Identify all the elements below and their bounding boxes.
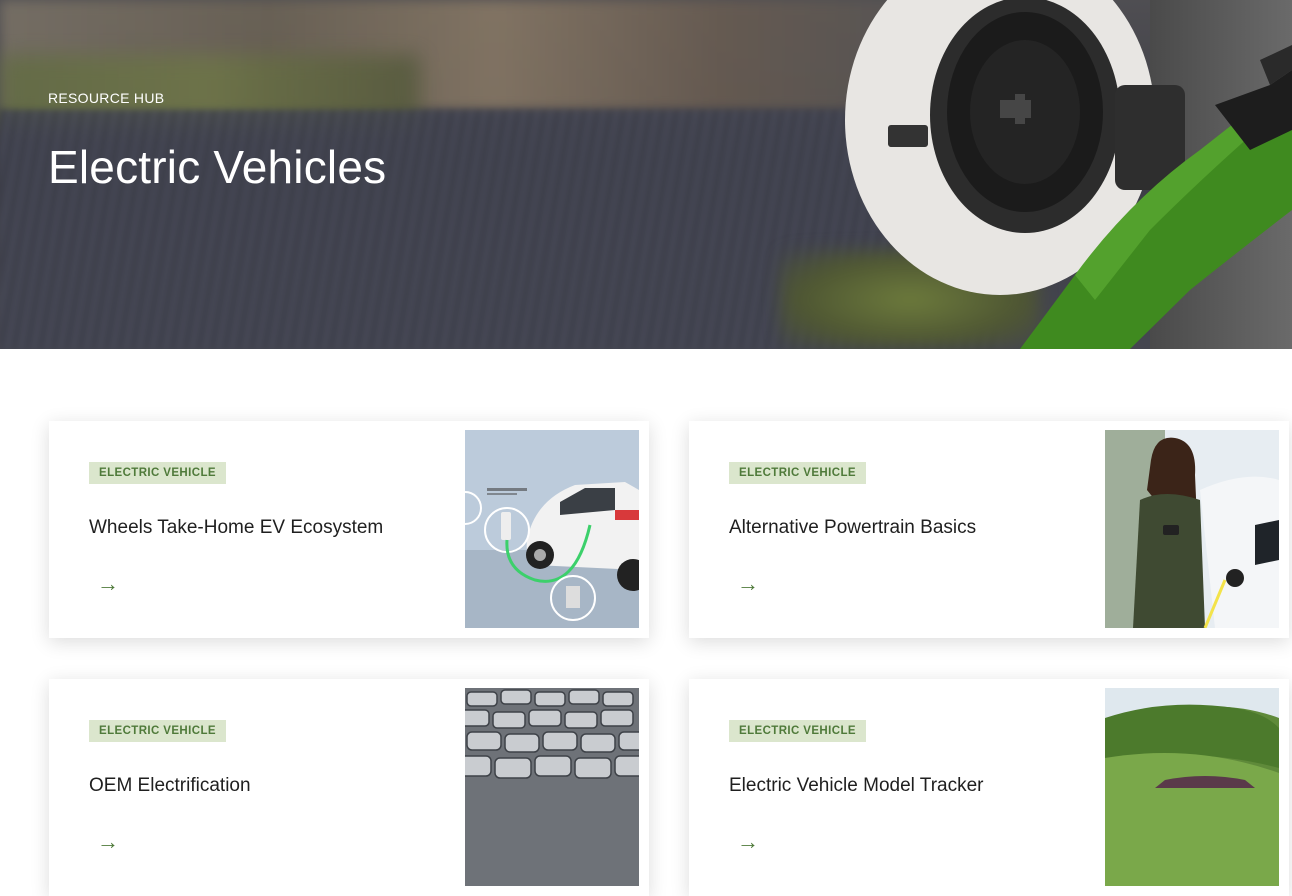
car-on-green-hills-thumbnail — [1105, 688, 1279, 886]
resource-card[interactable]: ELECTRIC VEHICLE Alternative Powertrain … — [689, 421, 1289, 638]
arrow-right-icon[interactable]: → — [97, 573, 119, 595]
page-title: Electric Vehicles — [48, 141, 387, 193]
arrow-right-icon[interactable]: → — [97, 831, 119, 853]
category-tag: ELECTRIC VEHICLE — [89, 720, 226, 742]
category-tag: ELECTRIC VEHICLE — [89, 462, 226, 484]
woman-charging-ev-thumbnail — [1105, 430, 1279, 628]
category-tag: ELECTRIC VEHICLE — [729, 462, 866, 484]
card-title[interactable]: Wheels Take-Home EV Ecosystem — [89, 517, 383, 539]
arrow-right-icon[interactable]: → — [737, 831, 759, 853]
resource-card[interactable]: ELECTRIC VEHICLE OEM Electrification → — [49, 679, 649, 896]
card-title[interactable]: OEM Electrification — [89, 775, 251, 797]
category-tag: ELECTRIC VEHICLE — [729, 720, 866, 742]
parked-cars-thumbnail — [465, 688, 639, 886]
card-title[interactable]: Electric Vehicle Model Tracker — [729, 775, 984, 797]
ev-charging-diagram-thumbnail — [465, 430, 639, 628]
resource-card[interactable]: ELECTRIC VEHICLE Electric Vehicle Model … — [689, 679, 1289, 896]
hero-banner: RESOURCE HUB Electric Vehicles — [0, 0, 1292, 349]
arrow-right-icon[interactable]: → — [737, 573, 759, 595]
card-title[interactable]: Alternative Powertrain Basics — [729, 517, 976, 539]
hero-eyebrow: RESOURCE HUB — [48, 90, 165, 106]
resource-card[interactable]: ELECTRIC VEHICLE Wheels Take-Home EV Eco… — [49, 421, 649, 638]
ev-charger-plug-image — [845, 0, 1292, 349]
